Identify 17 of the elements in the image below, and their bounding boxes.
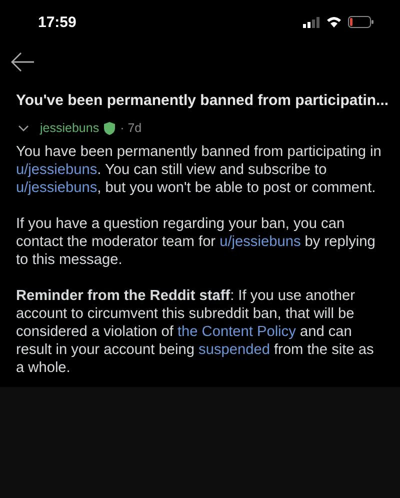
message-title: You've been permanently banned from participatin... xyxy=(15,91,390,109)
text-link[interactable]: u/jessiebuns xyxy=(220,234,301,250)
message-paragraph: You have been permanently banned from participating in u/jessiebuns. You can still view and subscribe to u/jessiebuns, but you won't be able to post or comment. xyxy=(16,143,382,197)
status-time: 17:59 xyxy=(38,14,76,30)
message-paragraph: If you have a question regarding your ban, you can contact the moderator team for u/jessiebuns by replying to this message. xyxy=(16,215,376,269)
text-link[interactable]: u/jessiebuns xyxy=(16,162,98,178)
back-arrow-icon[interactable] xyxy=(10,51,36,73)
text-link[interactable]: suspended xyxy=(198,342,270,358)
signal-icon xyxy=(303,16,320,28)
author-name[interactable]: jessiebuns xyxy=(40,121,100,135)
message-paragraph: Reminder from the Reddit staff: If you use another account to circumvent this subreddit ban, that will be considered a violation of the Content Policy and can result in your account being suspended from the site as a whole. xyxy=(16,287,375,377)
text-link[interactable]: the Content Policy xyxy=(177,324,296,340)
battery-icon xyxy=(348,16,374,28)
chevron-icon[interactable] xyxy=(18,124,29,132)
wifi-icon xyxy=(326,16,342,28)
text-link[interactable]: u/jessiebuns xyxy=(16,180,98,196)
message-age: · 7d xyxy=(120,121,142,135)
